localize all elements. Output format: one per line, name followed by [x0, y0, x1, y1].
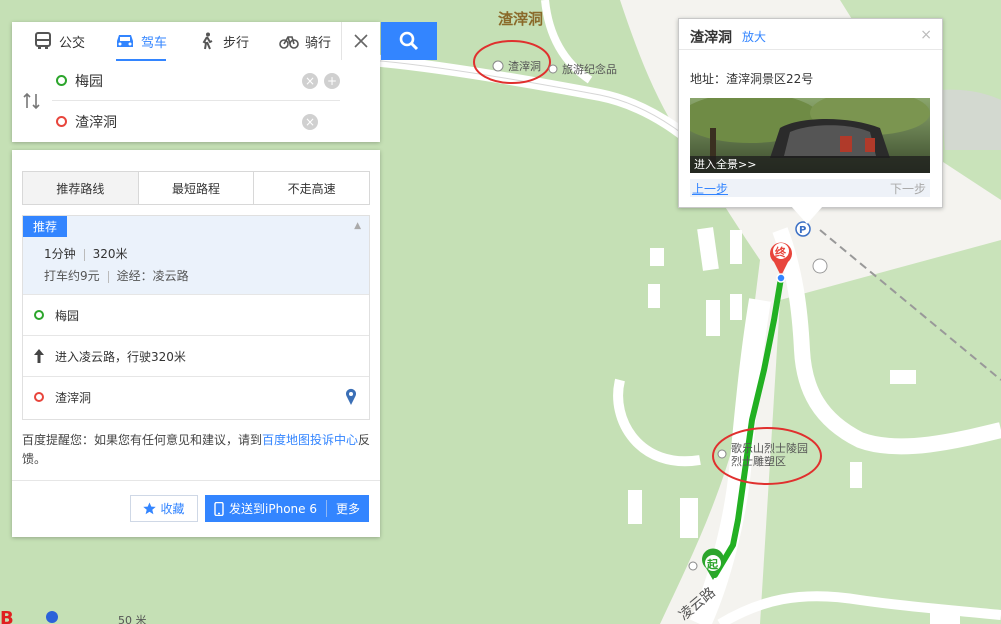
- send-button[interactable]: 发送到iPhone 6: [205, 500, 326, 517]
- route-via: 途经：凌云路: [116, 269, 189, 283]
- paw-icon: [46, 611, 58, 623]
- tab-recommended[interactable]: 推荐路线: [23, 172, 139, 204]
- step-straight[interactable]: 进入凌云路，行驶320米: [23, 335, 369, 376]
- close-icon: [354, 34, 368, 48]
- bus-icon: [34, 32, 51, 49]
- end-field[interactable]: 渣滓洞 ×: [52, 102, 340, 141]
- route-distance: 320米: [92, 247, 128, 261]
- start-input[interactable]: 梅园: [75, 71, 296, 91]
- favorite-button[interactable]: 收藏: [130, 495, 198, 522]
- search-icon: [399, 31, 419, 51]
- tab-bus[interactable]: 公交: [18, 22, 100, 60]
- poi-zhazidong-label: 渣滓洞: [508, 59, 541, 73]
- end-dot-icon: [56, 116, 67, 127]
- favorite-label: 收藏: [160, 502, 185, 516]
- poi-zhazidong-icon: [492, 60, 504, 72]
- popup-close-icon[interactable]: ×: [920, 27, 932, 43]
- step-straight-label: 进入凌云路，行驶320米: [55, 349, 186, 364]
- star-icon: [143, 502, 157, 515]
- popup-nav: 上一步 下一步: [690, 179, 930, 197]
- tab-bike[interactable]: 骑行: [264, 22, 346, 60]
- tab-shortest[interactable]: 最短路程: [139, 172, 255, 204]
- add-waypoint-icon[interactable]: +: [324, 72, 340, 89]
- step-end[interactable]: 渣滓洞: [23, 376, 369, 417]
- poi-memorial-label: 旅游纪念品: [562, 62, 617, 76]
- tab-walk-label: 步行: [222, 35, 249, 51]
- panorama-caption: 进入全景>>: [694, 157, 756, 171]
- route-result-panel: 推荐路线 最短路程 不走高速 推荐 ▲ 1分钟 320米 打车约9元 途经：凌云路 …: [12, 150, 380, 537]
- more-button[interactable]: 更多: [326, 500, 369, 517]
- end-input[interactable]: 渣滓洞: [75, 112, 296, 132]
- clear-start-icon[interactable]: ×: [302, 72, 318, 89]
- location-pin-icon[interactable]: [345, 388, 357, 406]
- car-icon: [116, 35, 133, 47]
- feedback-tip: 百度提醒您：如果您有任何意见和建议，请到百度地图投诉中心反馈。: [22, 431, 372, 469]
- tab-bus-label: 公交: [58, 35, 85, 51]
- clear-end-icon[interactable]: ×: [302, 113, 318, 130]
- mode-tabs: 公交 驾车 步行 骑行: [12, 22, 380, 61]
- recommended-badge: 推荐: [23, 216, 68, 237]
- poi-popup: 渣滓洞 放大 × 地址：渣滓洞景区22号 进入全景>> 上一步 下一步: [678, 18, 943, 224]
- map-area-label: 渣滓洞: [498, 10, 543, 28]
- send-label: 发送到iPhone 6: [229, 502, 317, 516]
- next-step-link[interactable]: 下一步: [890, 180, 926, 197]
- route-fields: 梅园 × + 渣滓洞 ×: [12, 61, 380, 142]
- svg-text:起: 起: [706, 557, 719, 571]
- route-extra: 打车约9元 途经：凌云路: [44, 267, 189, 284]
- poi-cemetery-label-line2: 烈士雕塑区: [731, 454, 786, 468]
- step-start-label: 梅园: [55, 308, 80, 323]
- route-duration-distance: 1分钟 320米: [44, 245, 128, 262]
- start-dot-icon: [56, 75, 67, 86]
- restroom-icon: [812, 258, 828, 274]
- bike-icon: [279, 36, 299, 49]
- collapse-icon[interactable]: ▲: [354, 221, 361, 231]
- svg-text:终: 终: [775, 245, 787, 259]
- end-ring-icon: [34, 392, 44, 402]
- tip-prefix: 百度提醒您：如果您有任何意见和建议，请到: [22, 433, 263, 447]
- straight-arrow-icon: [34, 349, 44, 363]
- scale-label: 50 米: [118, 614, 147, 624]
- route-option-tabs: 推荐路线 最短路程 不走高速: [22, 171, 370, 205]
- route-search-panel: 公交 驾车 步行 骑行 梅园 × + 渣滓洞 ×: [12, 22, 380, 142]
- route-detail: 推荐 ▲ 1分钟 320米 打车约9元 途经：凌云路 梅园 进入凌云路，行驶320米…: [22, 215, 370, 420]
- step-start[interactable]: 梅园: [23, 294, 369, 335]
- swap-icon[interactable]: [22, 91, 42, 111]
- complaint-link[interactable]: 百度地图投诉中心: [262, 433, 358, 447]
- close-button[interactable]: [341, 22, 380, 60]
- send-to-phone: 发送到iPhone 6 更多: [205, 495, 369, 522]
- popup-tail: [791, 206, 823, 224]
- svg-text:P: P: [799, 225, 806, 236]
- tab-drive-label: 驾车: [140, 35, 167, 51]
- panorama-photo[interactable]: 进入全景>>: [680, 91, 930, 173]
- recommended-summary[interactable]: 推荐 ▲ 1分钟 320米 打车约9元 途经：凌云路: [23, 216, 369, 294]
- zoom-link[interactable]: 放大: [742, 28, 766, 45]
- popup-title: 渣滓洞: [690, 30, 732, 46]
- popup-address: 地址：渣滓洞景区22号: [690, 72, 814, 86]
- tab-drive[interactable]: 驾车: [100, 22, 182, 61]
- prev-step-link[interactable]: 上一步: [692, 180, 728, 197]
- action-bar: 收藏 发送到iPhone 6 更多: [12, 480, 380, 538]
- taxi-fare: 打车约9元: [44, 269, 100, 283]
- phone-icon: [214, 501, 224, 516]
- tab-walk[interactable]: 步行: [182, 22, 264, 60]
- route-duration: 1分钟: [44, 247, 76, 261]
- poi-dot-icon: [688, 561, 698, 571]
- panorama-image: 进入全景>>: [680, 91, 930, 173]
- search-button[interactable]: [381, 22, 437, 60]
- tab-bike-label: 骑行: [304, 35, 331, 51]
- poi-memorial-icon: [548, 64, 558, 74]
- poi-cemetery-icon: [717, 449, 727, 459]
- tab-no-highway[interactable]: 不走高速: [254, 172, 369, 204]
- start-ring-icon: [34, 310, 44, 320]
- start-field[interactable]: 梅园 × +: [52, 61, 340, 101]
- map-logo: B: [0, 608, 14, 624]
- poi-cemetery-label-line1: 歌乐山烈士陵园: [731, 441, 808, 455]
- walk-icon: [202, 32, 213, 50]
- step-end-label: 渣滓洞: [55, 390, 92, 405]
